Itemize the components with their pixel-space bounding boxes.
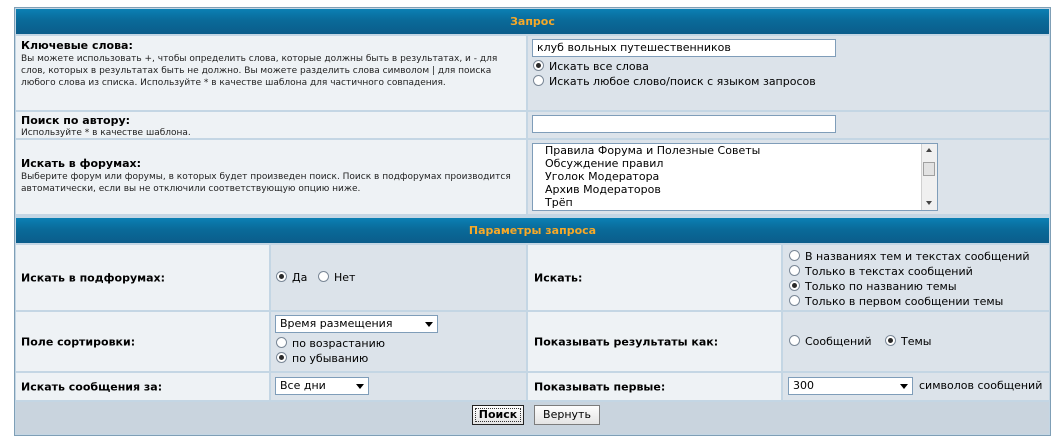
sort-descending-option[interactable]: по убыванию: [276, 352, 368, 365]
author-help: Используйте * в качестве шаблона.: [21, 128, 191, 138]
buttons-row: Поиск Вернуть: [16, 402, 1049, 434]
radio-icon[interactable]: [318, 271, 329, 282]
search-in-title-only-option[interactable]: Только по названию темы: [789, 280, 957, 293]
subforums-options-cell: Да Нет: [271, 245, 526, 310]
subforums-yes-option[interactable]: Да: [276, 271, 307, 284]
radio-icon[interactable]: [789, 250, 800, 261]
sort-options-cell: Время размещения по возрастанию по убыва…: [271, 312, 526, 371]
scroll-up-icon[interactable]: [926, 148, 932, 152]
list-item[interactable]: Уголок Модератора: [533, 170, 937, 183]
params-section-header: Параметры запроса: [16, 218, 1049, 243]
radio-icon[interactable]: [885, 335, 896, 346]
radio-icon[interactable]: [789, 280, 800, 291]
reset-button[interactable]: Вернуть: [534, 405, 600, 425]
show-first-label-cell: Показывать первые:: [528, 373, 781, 400]
subforums-label-cell: Искать в подфорумах:: [16, 245, 269, 310]
show-first-select[interactable]: 300: [788, 377, 913, 395]
period-select-cell: Все дни: [271, 373, 526, 400]
list-item[interactable]: Правила Форума и Полезные Советы: [533, 144, 937, 157]
display-options-cell: Сообщений Темы: [783, 312, 1049, 371]
sort-ascending-option[interactable]: по возрастанию: [276, 337, 385, 350]
sort-label: Поле сортировки:: [21, 335, 136, 348]
author-label-cell: Поиск по автору: Используйте * в качеств…: [16, 112, 526, 138]
chevron-down-icon: [425, 322, 433, 327]
forums-help: Выберите форум или форумы, в которых буд…: [21, 172, 511, 194]
keywords-label-cell: Ключевые слова: Вы можете использовать +…: [16, 36, 526, 110]
radio-icon[interactable]: [276, 271, 287, 282]
display-label: Показывать результаты как:: [534, 335, 719, 348]
sort-label-cell: Поле сортировки:: [16, 312, 269, 371]
scroll-down-icon[interactable]: [926, 201, 932, 205]
forums-list-cell: Правила Форума и Полезные Советы Обсужде…: [528, 140, 1049, 214]
period-select[interactable]: Все дни: [275, 377, 369, 395]
chevron-down-icon: [356, 384, 364, 389]
show-first-suffix: символов сообщений: [919, 379, 1043, 392]
search-button[interactable]: Поиск: [472, 405, 524, 425]
subforums-no-option[interactable]: Нет: [318, 271, 355, 284]
keywords-input-cell: клуб вольных путешественников Искать все…: [528, 36, 1049, 110]
keywords-all-words-option[interactable]: Искать все слова: [533, 60, 649, 73]
search-in-label: Искать:: [534, 271, 583, 284]
search-in-titles-and-text-option[interactable]: В названиях тем и текстах сообщений: [789, 250, 1030, 263]
subforums-label: Искать в подфорумах:: [21, 271, 166, 284]
display-posts-option[interactable]: Сообщений: [789, 335, 872, 348]
radio-icon[interactable]: [789, 295, 800, 306]
search-form: Запрос Ключевые слова: Вы можете использ…: [14, 7, 1051, 436]
author-input-cell: [528, 112, 1049, 138]
period-label: Искать сообщения за:: [21, 380, 163, 393]
display-topics-option[interactable]: Темы: [885, 335, 931, 348]
show-first-cell: 300 символов сообщений: [783, 373, 1049, 400]
forums-listbox[interactable]: Правила Форума и Полезные Советы Обсужде…: [532, 143, 938, 211]
search-in-label-cell: Искать:: [528, 245, 781, 310]
keywords-any-word-option[interactable]: Искать любое слово/поиск с языком запрос…: [533, 75, 816, 88]
list-item[interactable]: Трёп: [533, 196, 937, 209]
radio-icon[interactable]: [533, 75, 544, 86]
search-in-first-post-option[interactable]: Только в первом сообщении темы: [789, 295, 1003, 308]
query-section-header: Запрос: [16, 9, 1049, 34]
author-input[interactable]: [532, 115, 836, 133]
scroll-thumb[interactable]: [923, 162, 935, 176]
listbox-scrollbar[interactable]: [921, 144, 937, 210]
radio-icon[interactable]: [276, 337, 287, 348]
forums-label-cell: Искать в форумах: Выберите форум или фор…: [16, 140, 526, 214]
forums-label: Искать в форумах:: [21, 157, 141, 170]
list-item[interactable]: Обсуждение правил: [533, 157, 937, 170]
list-item[interactable]: Архив Модераторов: [533, 183, 937, 196]
keywords-help: Вы можете использовать +, чтобы определи…: [21, 54, 498, 88]
display-label-cell: Показывать результаты как:: [528, 312, 781, 371]
period-label-cell: Искать сообщения за:: [16, 373, 269, 400]
sort-field-select[interactable]: Время размещения: [275, 315, 438, 333]
radio-icon[interactable]: [533, 60, 544, 71]
radio-icon[interactable]: [276, 352, 287, 363]
search-in-text-only-option[interactable]: Только в текстах сообщений: [789, 265, 973, 278]
author-label: Поиск по автору:: [21, 114, 131, 127]
chevron-down-icon: [900, 384, 908, 389]
radio-icon[interactable]: [789, 265, 800, 276]
keywords-label: Ключевые слова:: [21, 39, 133, 52]
radio-icon[interactable]: [789, 335, 800, 346]
search-in-options-cell: В названиях тем и текстах сообщений Толь…: [783, 245, 1049, 310]
keywords-input[interactable]: клуб вольных путешественников: [532, 39, 836, 57]
show-first-label: Показывать первые:: [534, 380, 666, 393]
